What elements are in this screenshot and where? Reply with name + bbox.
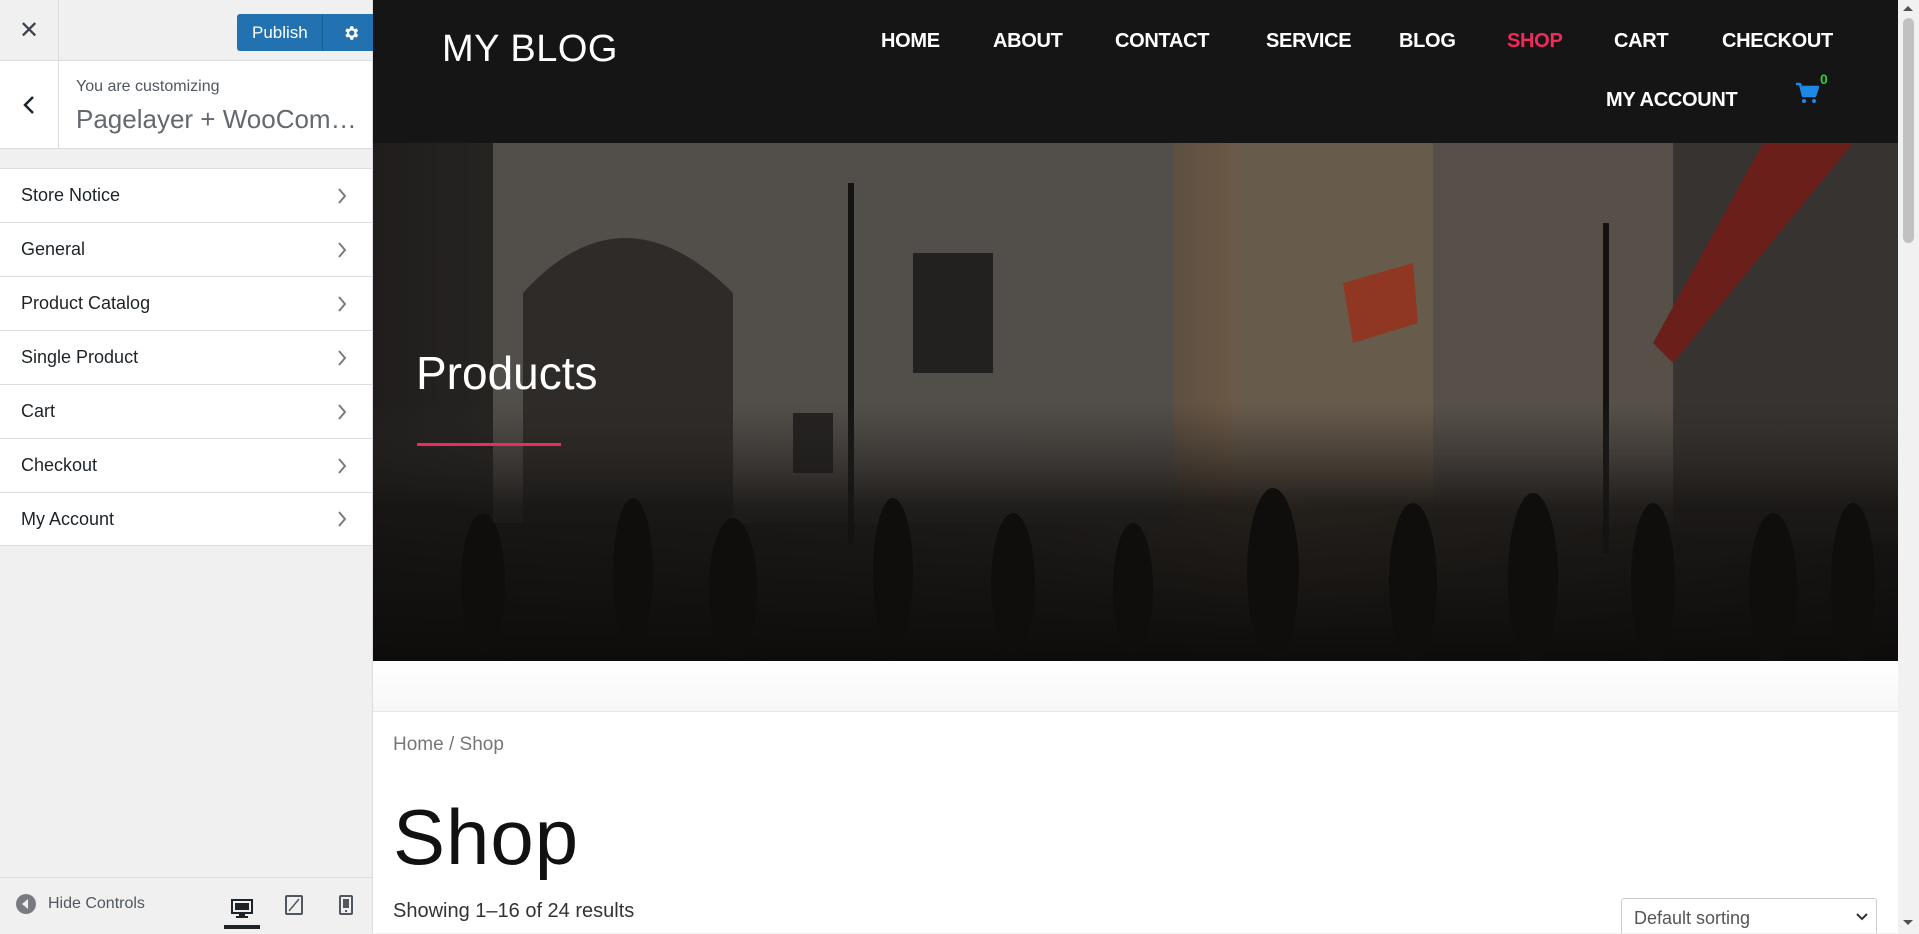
hero-banner: Products <box>373 143 1898 661</box>
section-label: Cart <box>21 401 56 421</box>
section-label: Product Catalog <box>21 293 151 313</box>
device-mobile-button[interactable] <box>328 888 364 922</box>
sorting-select[interactable]: Default sorting <box>1621 898 1877 933</box>
customizer-info: You are customizing Pagelayer + WooComme… <box>0 61 372 149</box>
section-checkout[interactable]: Checkout <box>0 438 372 492</box>
nav-contact[interactable]: CONTACT <box>1115 30 1209 53</box>
publish-button[interactable]: Publish <box>237 14 323 51</box>
device-tablet-button[interactable] <box>276 888 312 922</box>
section-my-account[interactable]: My Account <box>0 492 372 546</box>
sorting-selected-value: Default sorting <box>1634 908 1751 928</box>
site-header: MY BLOG HOME ABOUT CONTACT SERVICE BLOG … <box>373 0 1900 143</box>
nav-about[interactable]: ABOUT <box>993 30 1063 53</box>
site-preview: MY BLOG HOME ABOUT CONTACT SERVICE BLOG … <box>373 0 1900 933</box>
chevron-right-icon <box>332 348 352 368</box>
nav-cart[interactable]: CART <box>1614 30 1669 53</box>
page-title: Shop <box>393 793 580 881</box>
desktop-icon <box>231 899 253 918</box>
publish-settings-button[interactable] <box>322 14 379 51</box>
mobile-icon <box>339 895 353 915</box>
section-label: General <box>21 239 86 259</box>
section-general[interactable]: General <box>0 222 372 276</box>
nav-shop[interactable]: SHOP <box>1507 30 1563 53</box>
section-label: My Account <box>21 508 115 529</box>
hero-underline <box>417 443 561 446</box>
scroll-up-arrow[interactable] <box>1903 6 1913 11</box>
preview-scrollbar[interactable] <box>1898 0 1919 933</box>
breadcrumb[interactable]: Home / Shop <box>393 734 504 756</box>
close-icon: ✕ <box>18 16 40 44</box>
tablet-icon <box>285 895 303 915</box>
scroll-down-arrow[interactable] <box>1903 920 1913 925</box>
section-product-catalog[interactable]: Product Catalog <box>0 276 372 330</box>
customizer-sections: Store Notice General Product Catalog Sin… <box>0 168 372 546</box>
section-cart[interactable]: Cart <box>0 384 372 438</box>
cart-icon[interactable] <box>1795 82 1820 109</box>
device-desktop-button[interactable] <box>224 893 260 929</box>
collapse-icon <box>16 894 36 914</box>
chevron-down-icon <box>1856 913 1868 921</box>
hide-controls-button[interactable]: Hide Controls <box>16 894 145 914</box>
results-count: Showing 1–16 of 24 results <box>393 900 635 922</box>
customizer-sidebar: ✕ Publish You are customizing Pagelayer … <box>0 0 379 934</box>
section-label: Store Notice <box>21 185 121 205</box>
chevron-right-icon <box>332 456 352 476</box>
back-button[interactable] <box>0 61 59 148</box>
hero-title: Products <box>416 347 598 399</box>
chevron-left-icon <box>23 95 34 114</box>
chevron-right-icon <box>332 240 352 260</box>
nav-home[interactable]: HOME <box>881 30 940 53</box>
hero-street-image <box>373 143 1898 661</box>
customizer-header: ✕ Publish <box>0 0 379 61</box>
publish-group: Publish <box>237 14 379 51</box>
nav-my-account[interactable]: MY ACCOUNT <box>1606 89 1738 112</box>
customizer-footer: Hide Controls <box>0 877 372 934</box>
scroll-thumb[interactable] <box>1903 18 1914 243</box>
chevron-right-icon <box>332 186 352 206</box>
section-single-product[interactable]: Single Product <box>0 330 372 384</box>
section-label: Single Product <box>21 347 139 367</box>
hide-controls-label: Hide Controls <box>48 895 145 912</box>
cart-count-badge: 0 <box>1820 71 1828 87</box>
nav-checkout[interactable]: CHECKOUT <box>1722 30 1833 53</box>
chevron-right-icon <box>332 402 352 422</box>
chevron-right-icon <box>332 509 352 529</box>
nav-service[interactable]: SERVICE <box>1266 30 1352 53</box>
nav-blog[interactable]: BLOG <box>1399 30 1456 53</box>
section-store-notice[interactable]: Store Notice <box>0 168 372 222</box>
gear-icon <box>345 25 358 40</box>
content-divider <box>373 661 1898 712</box>
section-label: Checkout <box>21 455 98 475</box>
site-logo[interactable]: MY BLOG <box>442 28 618 71</box>
site-name: Pagelayer + WooCommerce <box>76 104 361 134</box>
chevron-right-icon <box>332 294 352 314</box>
close-customizer-button[interactable]: ✕ <box>0 0 59 60</box>
customizing-label: You are customizing <box>76 78 220 95</box>
